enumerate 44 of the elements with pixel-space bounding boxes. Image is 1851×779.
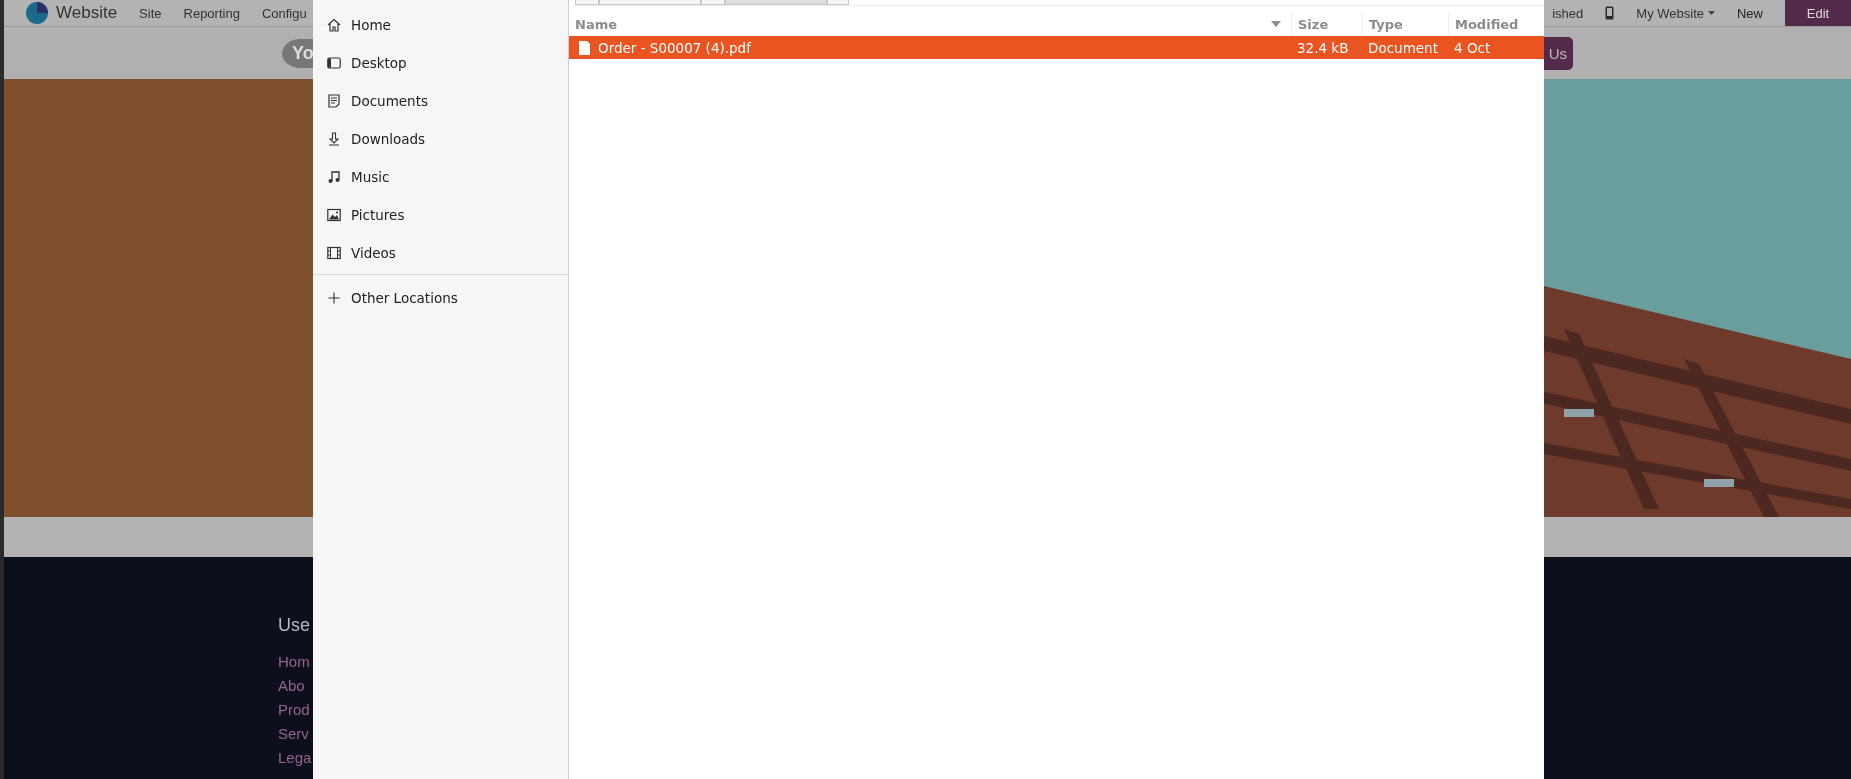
footer-link[interactable]: Hom: [278, 650, 310, 674]
footer-link[interactable]: Lega: [278, 746, 312, 770]
footer-link[interactable]: Prod: [278, 698, 310, 722]
place-item[interactable]: Pictures: [313, 196, 568, 234]
nav-menu-item[interactable]: Configu: [261, 5, 307, 21]
place-item[interactable]: Music: [313, 158, 568, 196]
path-button[interactable]: [575, 0, 599, 5]
new-button[interactable]: New: [1737, 5, 1763, 21]
edit-button[interactable]: Edit: [1785, 0, 1851, 26]
publish-status[interactable]: ished: [1552, 5, 1584, 21]
site-selector[interactable]: My Website: [1636, 5, 1704, 21]
place-item[interactable]: Downloads: [313, 120, 568, 158]
sort-arrow-icon: [1271, 21, 1281, 27]
place-item[interactable]: Documents: [313, 82, 568, 120]
mobile-icon[interactable]: [1605, 6, 1615, 20]
film-icon: [327, 246, 341, 260]
other-locations-item[interactable]: Other Locations: [313, 279, 568, 317]
column-header[interactable]: Name: [569, 12, 1291, 36]
desktop-icon: [327, 56, 341, 70]
place-item[interactable]: Videos: [313, 234, 568, 272]
file-name: Order - S00007 (4).pdf: [598, 39, 751, 56]
plus-icon: [327, 291, 341, 305]
footer-link[interactable]: Abo: [278, 674, 305, 698]
path-button[interactable]: [725, 0, 827, 5]
path-button[interactable]: [599, 0, 701, 5]
nav-menu-item[interactable]: Site: [139, 5, 162, 21]
caret-icon[interactable]: [1708, 11, 1715, 15]
nav-menu-item[interactable]: Reporting: [183, 5, 240, 21]
path-button[interactable]: [701, 0, 725, 5]
app-name: Website: [56, 3, 118, 23]
file-modified: 4 Oct: [1454, 39, 1491, 56]
picture-icon: [327, 208, 341, 222]
app-logo-icon: [26, 2, 48, 24]
file-icon: [579, 40, 590, 55]
file-size: 32.4 kB: [1297, 39, 1349, 56]
footer-heading: Use: [278, 615, 310, 636]
path-button[interactable]: [827, 0, 849, 5]
document-icon: [327, 94, 341, 108]
file-row[interactable]: Order - S00007 (4).pdf 32.4 kB Document 4 Oct: [569, 36, 1544, 59]
file-type: Document: [1368, 39, 1438, 56]
download-icon: [327, 132, 341, 146]
music-note-icon: [327, 170, 341, 184]
home-icon: [327, 18, 341, 32]
footer-link[interactable]: Serv: [278, 722, 309, 746]
